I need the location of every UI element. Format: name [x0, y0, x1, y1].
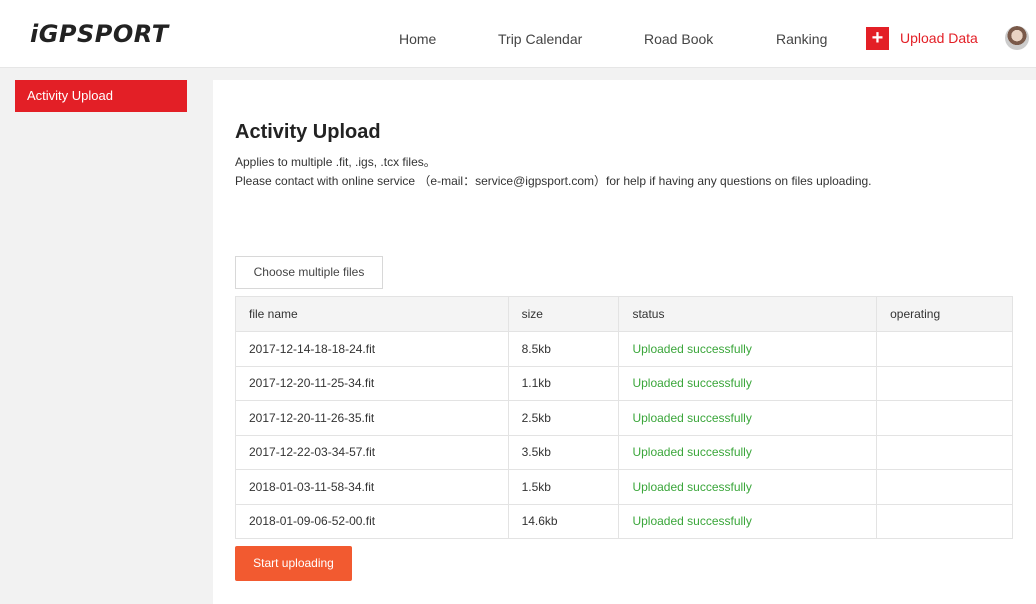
nav-trip-calendar[interactable]: Trip Calendar: [498, 31, 582, 47]
file-size-cell: 8.5kb: [507, 331, 620, 367]
file-name-cell: 2017-12-22-03-34-57.fit: [235, 434, 509, 470]
sidebar-item-activity-upload[interactable]: Activity Upload: [15, 80, 187, 112]
nav-ranking[interactable]: Ranking: [776, 31, 827, 47]
choose-files-button[interactable]: Choose multiple files: [235, 256, 383, 289]
file-size-cell: 1.1kb: [507, 365, 620, 401]
nav-road-book[interactable]: Road Book: [644, 31, 713, 47]
operating-cell: [876, 331, 1013, 367]
upload-data-button[interactable]: + Upload Data: [866, 26, 978, 50]
table-row: 2018-01-09-06-52-00.fit 14.6kb Uploaded …: [235, 503, 1013, 539]
header-status: status: [618, 296, 878, 332]
igpsport-logo[interactable]: iGPSPORT: [30, 20, 169, 48]
header-size: size: [507, 296, 620, 332]
contact-description: Please contact with online service （e-ma…: [235, 174, 872, 188]
status-cell: Uploaded successfully: [618, 365, 878, 401]
upload-file-table: file name size status operating 2017-12-…: [235, 296, 1013, 539]
table-row: 2018-01-03-11-58-34.fit 1.5kb Uploaded s…: [235, 469, 1013, 505]
status-cell: Uploaded successfully: [618, 434, 878, 470]
header-file-name: file name: [235, 296, 509, 332]
operating-cell: [876, 434, 1013, 470]
page-title: Activity Upload: [235, 121, 381, 143]
operating-cell: [876, 365, 1013, 401]
start-uploading-button[interactable]: Start uploading: [235, 546, 352, 581]
table-row: 2017-12-14-18-18-24.fit 8.5kb Uploaded s…: [235, 331, 1013, 367]
table-row: 2017-12-22-03-34-57.fit 3.5kb Uploaded s…: [235, 434, 1013, 470]
user-avatar[interactable]: [1005, 26, 1029, 50]
main-content: Activity Upload Applies to multiple .fit…: [213, 80, 1036, 604]
file-size-cell: 2.5kb: [507, 400, 620, 436]
file-name-cell: 2018-01-03-11-58-34.fit: [235, 469, 509, 505]
file-size-cell: 1.5kb: [507, 469, 620, 505]
operating-cell: [876, 400, 1013, 436]
file-size-cell: 3.5kb: [507, 434, 620, 470]
table-header-row: file name size status operating: [235, 296, 1013, 332]
operating-cell: [876, 469, 1013, 505]
file-name-cell: 2017-12-20-11-26-35.fit: [235, 400, 509, 436]
operating-cell: [876, 503, 1013, 539]
status-cell: Uploaded successfully: [618, 400, 878, 436]
top-navigation-bar: iGPSPORT Home Trip Calendar Road Book Ra…: [0, 0, 1036, 68]
plus-icon: +: [866, 26, 889, 50]
status-cell: Uploaded successfully: [618, 469, 878, 505]
status-cell: Uploaded successfully: [618, 503, 878, 539]
status-cell: Uploaded successfully: [618, 331, 878, 367]
file-type-description: Applies to multiple .fit, .igs, .tcx fil…: [235, 155, 436, 169]
table-row: 2017-12-20-11-26-35.fit 2.5kb Uploaded s…: [235, 400, 1013, 436]
file-name-cell: 2017-12-20-11-25-34.fit: [235, 365, 509, 401]
upload-data-label: Upload Data: [900, 30, 978, 46]
sidebar: Activity Upload: [0, 68, 200, 604]
file-size-cell: 14.6kb: [507, 503, 620, 539]
header-operating: operating: [876, 296, 1013, 332]
file-name-cell: 2018-01-09-06-52-00.fit: [235, 503, 509, 539]
file-name-cell: 2017-12-14-18-18-24.fit: [235, 331, 509, 367]
nav-home[interactable]: Home: [399, 31, 436, 47]
table-row: 2017-12-20-11-25-34.fit 1.1kb Uploaded s…: [235, 365, 1013, 401]
